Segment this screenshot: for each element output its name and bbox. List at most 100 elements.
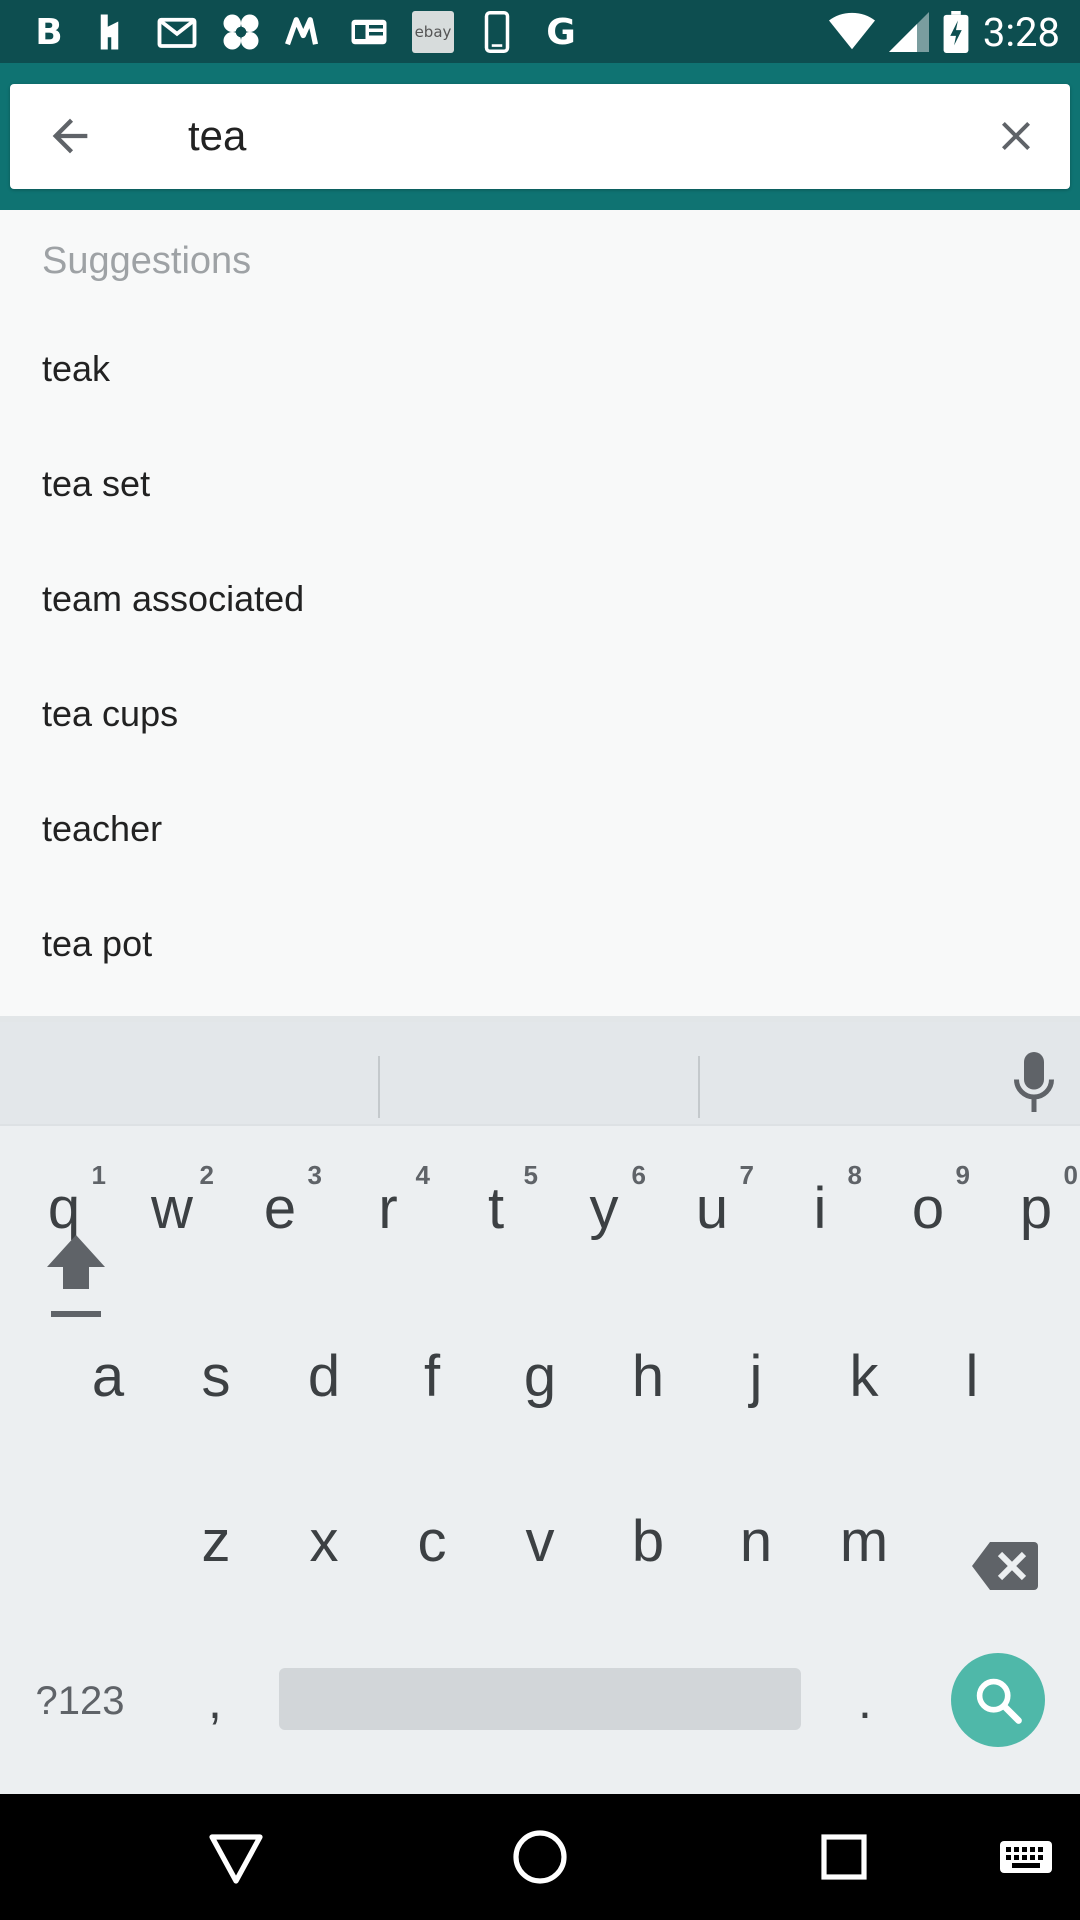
- dice-app-icon: [220, 11, 262, 53]
- keyboard-search-button[interactable]: [951, 1653, 1045, 1747]
- key-b[interactable]: b: [594, 1481, 702, 1601]
- key-label: z: [201, 1508, 231, 1574]
- microphone-icon[interactable]: [1014, 1052, 1054, 1112]
- suggestion-item[interactable]: tea cups: [0, 655, 1080, 770]
- key-j[interactable]: j: [702, 1316, 810, 1436]
- phone-icon: [476, 11, 518, 53]
- key-hint-number: 4: [415, 1160, 430, 1190]
- key-z[interactable]: z: [162, 1481, 270, 1601]
- shift-key[interactable]: [26, 1216, 126, 1336]
- notification-icons: B ebay G: [28, 8, 582, 56]
- key-label: n: [739, 1508, 773, 1574]
- key-label: s: [201, 1343, 231, 1409]
- key-x[interactable]: x: [270, 1481, 378, 1601]
- key-label: w: [151, 1175, 193, 1241]
- backspace-key[interactable]: [960, 1516, 1050, 1616]
- soft-keyboard: 1q2w3e4r5t6y7u8i9o0p asdfghjkl zxcvbnm ?…: [0, 1016, 1080, 1794]
- key-hint-number: 0: [1063, 1160, 1078, 1190]
- key-o[interactable]: 9o: [874, 1138, 982, 1258]
- key-e[interactable]: 3e: [226, 1138, 334, 1258]
- strip-divider: [698, 1056, 700, 1118]
- key-c[interactable]: c: [378, 1481, 486, 1601]
- key-label: b: [631, 1508, 665, 1574]
- navigation-bar: [0, 1794, 1080, 1920]
- key-hint-number: 7: [739, 1160, 754, 1190]
- back-triangle-icon[interactable]: [206, 1827, 266, 1887]
- key-label: p: [1019, 1175, 1053, 1241]
- wifi-icon: [828, 12, 875, 50]
- keyboard-switch-icon[interactable]: [998, 1827, 1054, 1887]
- key-v[interactable]: v: [486, 1481, 594, 1601]
- key-l[interactable]: l: [918, 1316, 1026, 1436]
- strip-divider: [378, 1056, 380, 1118]
- key-y[interactable]: 6y: [550, 1138, 658, 1258]
- key-label: j: [749, 1343, 763, 1409]
- key-label: x: [309, 1508, 339, 1574]
- key-t[interactable]: 5t: [442, 1138, 550, 1258]
- suggestion-item[interactable]: tea set: [0, 425, 1080, 540]
- key-i[interactable]: 8i: [766, 1138, 874, 1258]
- key-hint-number: 3: [307, 1160, 322, 1190]
- key-label: v: [525, 1508, 555, 1574]
- key-label: f: [423, 1343, 441, 1409]
- key-d[interactable]: d: [270, 1316, 378, 1436]
- clear-icon[interactable]: [992, 112, 1040, 160]
- symbols-key[interactable]: ?123: [20, 1656, 140, 1746]
- key-hint-number: 8: [847, 1160, 862, 1190]
- back-arrow-icon[interactable]: [44, 110, 96, 162]
- key-label: i: [813, 1175, 827, 1241]
- key-hint-number: 2: [199, 1160, 214, 1190]
- suggestions-list: Suggestions teak tea set team associated…: [0, 210, 1080, 1016]
- key-hint-number: 1: [91, 1160, 106, 1190]
- suggestion-item[interactable]: team associated: [0, 540, 1080, 655]
- key-h[interactable]: h: [594, 1316, 702, 1436]
- m-app-icon: [284, 11, 326, 53]
- key-label: a: [91, 1343, 125, 1409]
- key-g[interactable]: g: [486, 1316, 594, 1436]
- key-label: l: [965, 1343, 979, 1409]
- key-p[interactable]: 0p: [982, 1138, 1080, 1258]
- period-key[interactable]: .: [825, 1656, 905, 1746]
- search-app-bar: tea: [0, 63, 1080, 210]
- key-label: k: [849, 1343, 879, 1409]
- key-label: y: [589, 1175, 619, 1241]
- comma-key[interactable]: ,: [175, 1656, 255, 1746]
- keyboard-divider: [0, 1124, 1080, 1126]
- screen: B ebay G 3:28 tea Suggestions teak tea s…: [0, 0, 1080, 1920]
- key-n[interactable]: n: [702, 1481, 810, 1601]
- key-label: e: [263, 1175, 297, 1241]
- keyboard-suggestion-strip: [0, 1022, 1080, 1124]
- key-f[interactable]: f: [378, 1316, 486, 1436]
- key-label: u: [695, 1175, 729, 1241]
- status-bar: B ebay G 3:28: [0, 0, 1080, 63]
- suggestion-item[interactable]: tea pot: [0, 885, 1080, 1000]
- key-r[interactable]: 4r: [334, 1138, 442, 1258]
- key-label: h: [631, 1343, 665, 1409]
- suggestion-item[interactable]: teacher: [0, 770, 1080, 885]
- gmail-icon: [156, 11, 198, 53]
- key-label: o: [911, 1175, 945, 1241]
- signal-icon: [888, 12, 929, 52]
- key-u[interactable]: 7u: [658, 1138, 766, 1258]
- suggestion-item[interactable]: teak: [0, 310, 1080, 425]
- key-m[interactable]: m: [810, 1481, 918, 1601]
- key-label: c: [417, 1508, 447, 1574]
- home-circle-icon[interactable]: [510, 1827, 570, 1887]
- key-w[interactable]: 2w: [118, 1138, 226, 1258]
- search-box: tea: [10, 84, 1070, 189]
- key-label: t: [487, 1175, 505, 1241]
- key-hint-number: 9: [955, 1160, 970, 1190]
- houzz-icon: [92, 11, 134, 53]
- space-bar[interactable]: [279, 1668, 801, 1730]
- key-k[interactable]: k: [810, 1316, 918, 1436]
- b-app-icon: B: [35, 11, 63, 53]
- search-input[interactable]: tea: [188, 104, 246, 168]
- ebay-icon: ebay: [412, 11, 454, 53]
- clock: 3:28: [982, 8, 1060, 56]
- key-label: m: [839, 1508, 889, 1574]
- recents-square-icon[interactable]: [814, 1827, 874, 1887]
- suggestions-header: Suggestions: [42, 240, 252, 282]
- key-s[interactable]: s: [162, 1316, 270, 1436]
- battery-charging-icon: [943, 11, 969, 53]
- search-icon: [976, 1678, 1022, 1724]
